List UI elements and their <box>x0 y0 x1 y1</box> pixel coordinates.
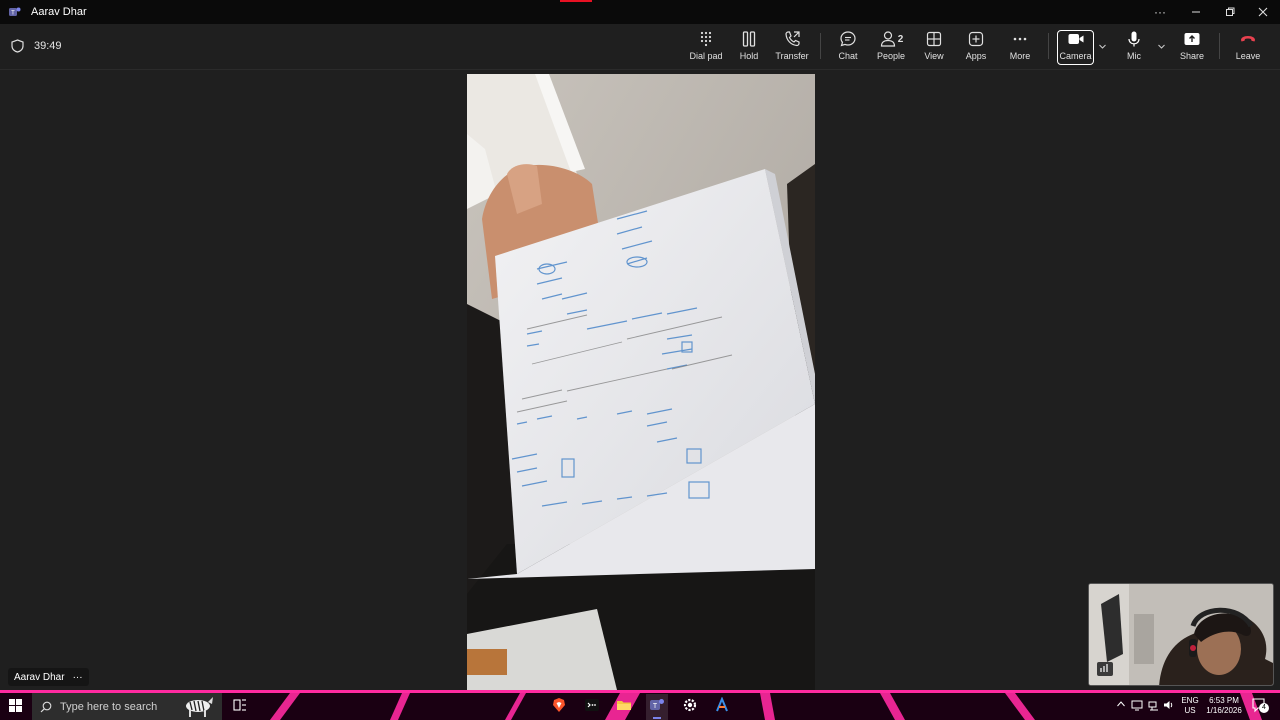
taskbar-terminal[interactable] <box>584 697 600 718</box>
participant-video <box>467 74 815 690</box>
camera-button[interactable]: Camera <box>1058 30 1093 66</box>
minimize-button[interactable] <box>1179 0 1213 24</box>
call-toolbar: 39:49 Dial pad Hold Transfer Chat 2 Peop… <box>0 24 1280 70</box>
restore-icon <box>1226 7 1235 16</box>
view-button[interactable]: View <box>920 30 948 66</box>
clock[interactable]: 6:53 PM 1/16/2026 <box>1202 696 1246 716</box>
toolbar-divider <box>820 33 821 59</box>
windows-logo-icon <box>9 699 22 712</box>
zebra-search-highlight-icon <box>186 697 213 717</box>
more-dots-icon <box>1013 37 1027 41</box>
tray-device-icon[interactable] <box>1131 698 1143 716</box>
taskbar-app[interactable] <box>714 696 730 718</box>
chat-icon <box>840 31 856 47</box>
teams-icon: T <box>650 699 664 710</box>
task-view-icon <box>233 699 246 711</box>
taskbar-teams-active[interactable]: T <box>646 694 668 720</box>
transfer-call-icon <box>785 31 800 47</box>
dial-pad-icon <box>700 31 712 47</box>
share-button[interactable]: Share <box>1177 30 1207 66</box>
hang-up-icon <box>1241 36 1255 42</box>
elapsed-time: 39:49 <box>34 40 62 52</box>
apps-button[interactable]: Apps <box>962 30 990 66</box>
self-view-video <box>1088 583 1274 686</box>
window-more-button[interactable]: ··· <box>1143 0 1177 24</box>
add-apps-icon <box>968 31 984 47</box>
terminal-icon <box>585 699 599 711</box>
active-app-indicator <box>653 717 661 719</box>
notification-center-button[interactable]: 4 <box>1251 697 1269 718</box>
svg-text:T: T <box>653 703 658 710</box>
dial-pad-button[interactable]: Dial pad <box>688 30 724 66</box>
notification-badge: 4 <box>1259 703 1269 713</box>
people-icon <box>880 31 895 47</box>
grid-view-icon <box>926 31 942 47</box>
chat-button[interactable]: Chat <box>834 30 862 66</box>
video-camera-icon <box>1068 34 1083 44</box>
window-title: Aarav Dhar <box>31 6 87 18</box>
taskbar-settings[interactable] <box>682 697 698 718</box>
volume-icon[interactable] <box>1163 698 1175 716</box>
search-icon <box>40 701 52 712</box>
restore-button[interactable] <box>1213 0 1247 24</box>
taskbar-search-box[interactable]: Type here to search <box>32 693 222 720</box>
taskbar-file-explorer[interactable] <box>616 697 632 718</box>
call-timer: 39:49 <box>11 39 62 53</box>
search-placeholder: Type here to search <box>60 700 158 713</box>
transfer-button[interactable]: Transfer <box>774 30 810 66</box>
app-icon <box>716 696 728 712</box>
close-icon <box>1258 7 1268 17</box>
mic-button[interactable]: Mic <box>1120 30 1148 66</box>
share-screen-icon <box>1184 33 1200 45</box>
more-button[interactable]: More <box>1005 30 1035 66</box>
taskbar-brave[interactable] <box>551 697 567 718</box>
self-view-frame-image <box>1089 584 1273 685</box>
camera-options-chevron-icon[interactable] <box>1098 42 1107 53</box>
title-bar: T Aarav Dhar ··· <box>0 0 1280 24</box>
people-button[interactable]: 2 People <box>874 30 908 66</box>
svg-text:T: T <box>11 11 15 17</box>
title-accent-bar <box>560 0 592 2</box>
pause-icon <box>742 31 756 47</box>
start-button[interactable] <box>9 699 22 717</box>
teams-app-icon: T <box>9 7 21 17</box>
participant-name-label[interactable]: Aarav Dhar ··· <box>8 668 89 686</box>
microphone-icon <box>1128 31 1140 47</box>
video-frame-image <box>467 74 815 690</box>
task-view-button[interactable] <box>233 698 247 717</box>
participant-more-icon[interactable]: ··· <box>73 672 83 683</box>
mic-options-chevron-icon[interactable] <box>1157 42 1166 53</box>
file-explorer-icon <box>617 701 631 710</box>
toolbar-divider <box>1219 33 1220 59</box>
minimize-icon <box>1192 11 1200 13</box>
windows-taskbar: Type here to search T ENG US 6:53 PM 1/1… <box>0 690 1280 720</box>
toolbar-divider <box>1048 33 1049 59</box>
hold-button[interactable]: Hold <box>734 30 764 66</box>
brave-icon <box>553 698 565 712</box>
shield-icon <box>11 39 24 53</box>
settings-gear-icon <box>683 698 697 712</box>
leave-button[interactable]: Leave <box>1233 30 1263 66</box>
network-icon[interactable] <box>1148 698 1160 716</box>
close-button[interactable] <box>1246 0 1280 24</box>
language-indicator[interactable]: ENG US <box>1178 696 1202 716</box>
people-count: 2 <box>897 33 904 45</box>
tray-overflow-chevron-icon[interactable] <box>1116 699 1126 712</box>
video-stage: Aarav Dhar ··· <box>0 71 1280 690</box>
